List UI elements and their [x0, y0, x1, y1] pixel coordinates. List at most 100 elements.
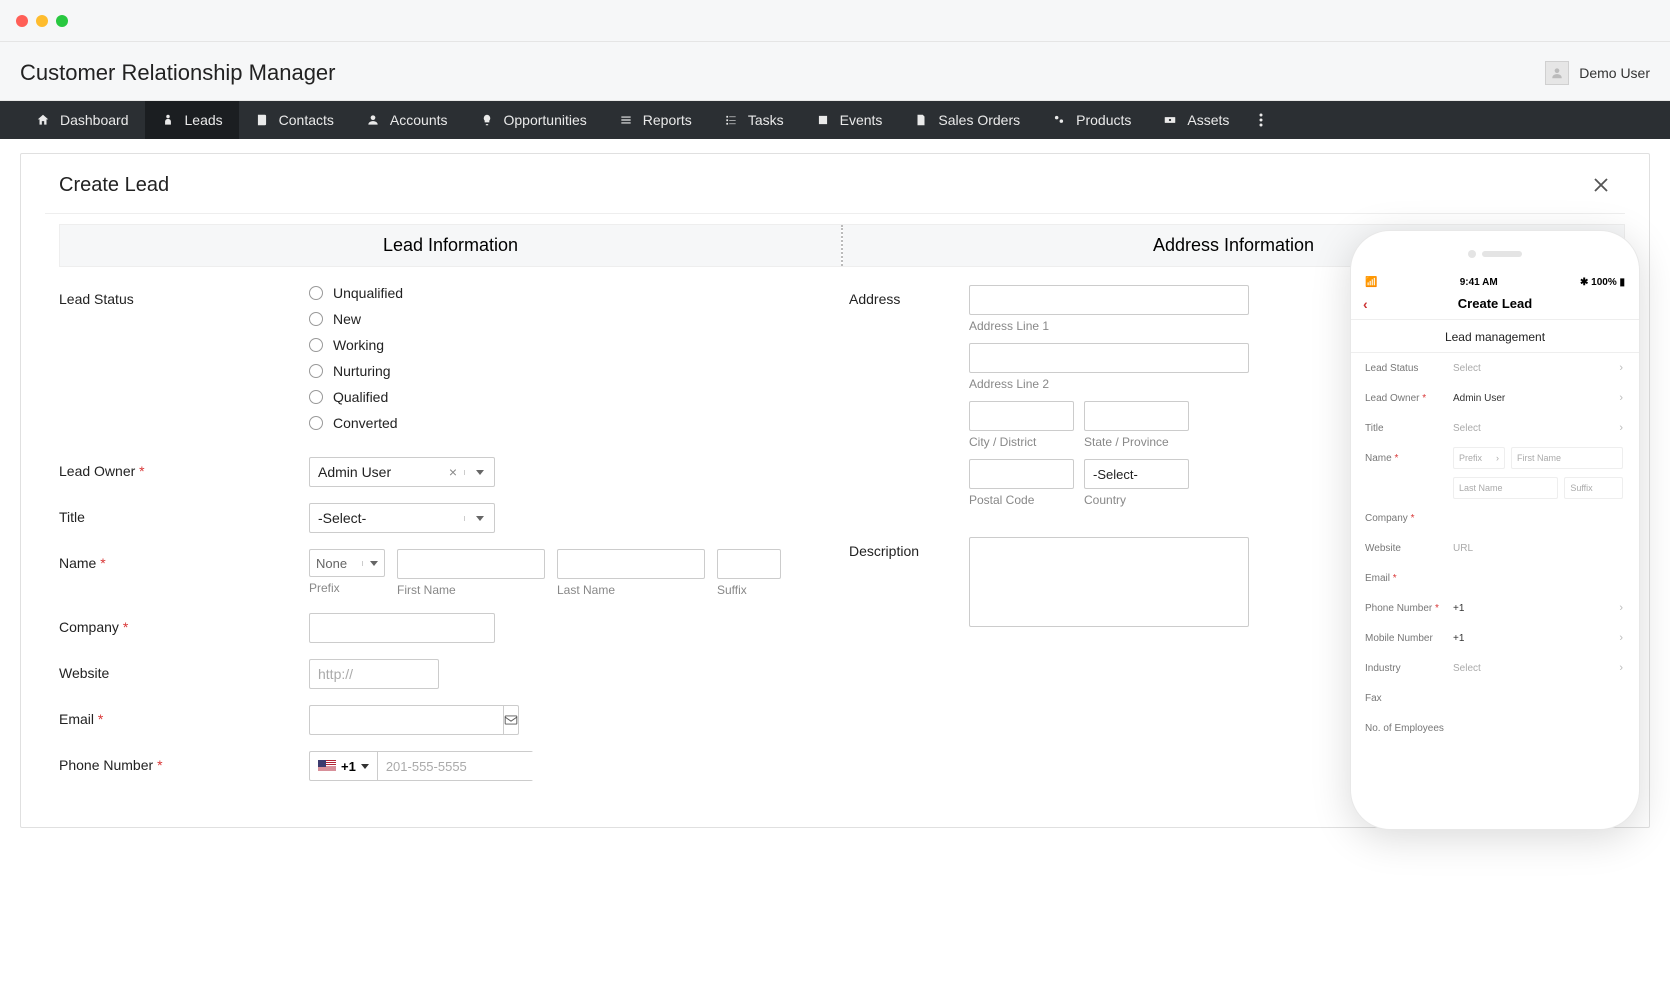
list-icon [619, 113, 633, 127]
m-company[interactable]: Company * [1365, 503, 1625, 533]
address-line1-input[interactable] [969, 285, 1249, 315]
nav-products[interactable]: Products [1036, 101, 1147, 139]
clear-icon[interactable]: × [442, 464, 464, 480]
app-title: Customer Relationship Manager [20, 60, 336, 86]
postal-input[interactable] [969, 459, 1074, 489]
signal-icon: 📶 [1365, 277, 1377, 288]
m-prefix: Prefix› [1453, 447, 1505, 469]
state-input[interactable] [1084, 401, 1189, 431]
nav-events[interactable]: Events [800, 101, 899, 139]
country-combo[interactable]: -Select- [1084, 459, 1189, 489]
divider [45, 213, 1625, 214]
suffix-input[interactable] [717, 549, 781, 579]
m-title[interactable]: TitleSelect› [1365, 413, 1625, 443]
address-line2-input[interactable] [969, 343, 1249, 373]
close-button[interactable] [1593, 177, 1611, 195]
nav-accounts[interactable]: Accounts [350, 101, 464, 139]
chevron-right-icon: › [1619, 632, 1623, 644]
back-button[interactable]: ‹ [1363, 296, 1368, 312]
m-name[interactable]: Name *Prefix›First Name [1365, 443, 1625, 473]
nav-sales-orders[interactable]: Sales Orders [898, 101, 1036, 139]
radio-new[interactable]: New [309, 311, 821, 327]
caption-last-name: Last Name [557, 583, 705, 597]
email-icon-button[interactable] [503, 705, 519, 735]
traffic-min-icon[interactable] [36, 15, 48, 27]
browser-chrome [0, 0, 1670, 42]
label-lead-status: Lead Status [59, 285, 309, 307]
lead-info-column: Lead Status Unqualified New Working Nurt… [45, 285, 835, 797]
m-lead-owner[interactable]: Lead Owner *Admin User› [1365, 383, 1625, 413]
traffic-max-icon[interactable] [56, 15, 68, 27]
m-industry[interactable]: IndustrySelect› [1365, 653, 1625, 683]
nav-assets[interactable]: Assets [1147, 101, 1245, 139]
radio-icon [309, 416, 323, 430]
radio-qualified[interactable]: Qualified [309, 389, 821, 405]
prefix-combo[interactable]: None [309, 549, 385, 577]
title-combo[interactable]: -Select- [309, 503, 495, 533]
nav-more[interactable] [1245, 101, 1277, 139]
phone-input[interactable] [378, 752, 570, 780]
m-phone[interactable]: Phone Number *+1 › [1365, 593, 1625, 623]
m-employees[interactable]: No. of Employees [1365, 713, 1625, 743]
nav-reports[interactable]: Reports [603, 101, 708, 139]
label-email: Email * [59, 705, 309, 727]
nav-dashboard[interactable]: Dashboard [20, 101, 145, 139]
radio-converted[interactable]: Converted [309, 415, 821, 431]
radio-nurturing[interactable]: Nurturing [309, 363, 821, 379]
company-input[interactable] [309, 613, 495, 643]
m-mobile[interactable]: Mobile Number+1 › [1365, 623, 1625, 653]
radio-working[interactable]: Working [309, 337, 821, 353]
dropdown-toggle[interactable] [464, 516, 494, 521]
more-vertical-icon [1259, 113, 1263, 127]
bulb-icon [480, 113, 494, 127]
chevron-down-icon [476, 470, 484, 475]
phone-form-list: Lead StatusSelect› Lead Owner *Admin Use… [1351, 353, 1639, 743]
radio-unqualified[interactable]: Unqualified [309, 285, 821, 301]
lead-owner-combo[interactable]: Admin User × [309, 457, 495, 487]
phone-statusbar: 📶 9:41 AM ✱ 100% ▮ [1351, 277, 1639, 288]
money-icon [1163, 113, 1177, 127]
label-address: Address [849, 285, 969, 307]
app-header: Customer Relationship Manager Demo User [0, 42, 1670, 101]
nav-opportunities[interactable]: Opportunities [464, 101, 603, 139]
gear-cluster-icon [1052, 113, 1066, 127]
chevron-right-icon: › [1619, 662, 1623, 674]
website-input[interactable] [309, 659, 439, 689]
battery-status: ✱ 100% ▮ [1580, 277, 1625, 288]
city-input[interactable] [969, 401, 1074, 431]
mobile-preview: 📶 9:41 AM ✱ 100% ▮ ‹ Create Lead Lead ma… [1350, 230, 1640, 830]
dropdown-toggle[interactable] [464, 470, 494, 475]
label-website: Website [59, 659, 309, 681]
email-input[interactable] [309, 705, 503, 735]
label-company: Company * [59, 613, 309, 635]
country-code-selector[interactable]: +1 [310, 752, 378, 780]
caption-state: State / Province [1084, 435, 1189, 449]
radio-icon [309, 364, 323, 378]
m-lead-status[interactable]: Lead StatusSelect› [1365, 353, 1625, 383]
radio-icon [309, 286, 323, 300]
user-icon [366, 113, 380, 127]
nav-tasks[interactable]: Tasks [708, 101, 800, 139]
caption-suffix: Suffix [717, 583, 781, 597]
m-email[interactable]: Email * [1365, 563, 1625, 593]
traffic-close-icon[interactable] [16, 15, 28, 27]
chevron-right-icon: › [1619, 392, 1623, 404]
chevron-down-icon [476, 516, 484, 521]
description-input[interactable] [969, 537, 1249, 627]
nav-leads[interactable]: Leads [145, 101, 239, 139]
m-first-name: First Name [1511, 447, 1623, 469]
m-name-2[interactable]: Last NameSuffix [1365, 473, 1625, 503]
camera-icon [1468, 250, 1476, 258]
m-website[interactable]: WebsiteURL [1365, 533, 1625, 563]
m-fax[interactable]: Fax [1365, 683, 1625, 713]
doc-icon [914, 113, 928, 127]
section-lead-info: Lead Information [60, 225, 841, 266]
phone-input-group: +1 [309, 751, 533, 781]
last-name-input[interactable] [557, 549, 705, 579]
user-menu[interactable]: Demo User [1545, 61, 1650, 85]
phone-subtitle: Lead management [1351, 320, 1639, 353]
nav-contacts[interactable]: Contacts [239, 101, 350, 139]
first-name-input[interactable] [397, 549, 545, 579]
chevron-right-icon: › [1619, 602, 1623, 614]
home-icon [36, 113, 50, 127]
